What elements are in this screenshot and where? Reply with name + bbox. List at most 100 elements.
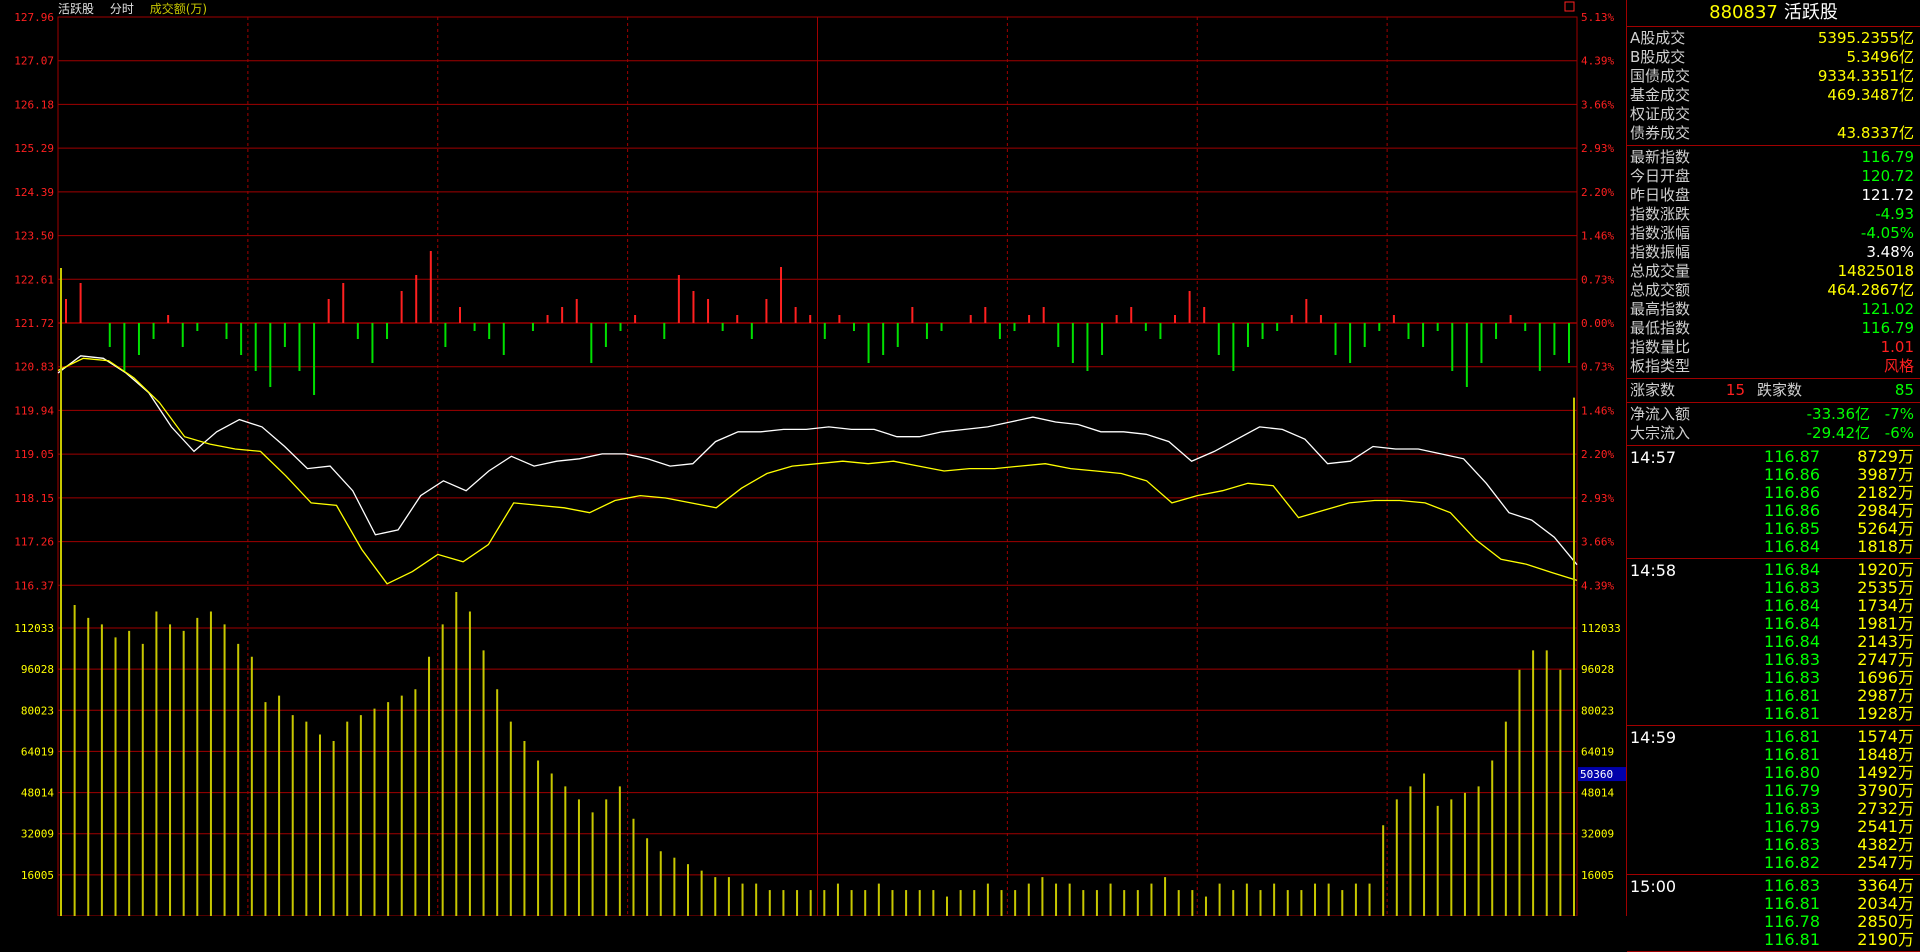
trade-price: 116.86: [1764, 483, 1820, 502]
trade-amount: 1920万: [1857, 560, 1914, 579]
trade-amount: 2034万: [1857, 894, 1914, 913]
price-tick-label: 119.05: [14, 448, 54, 461]
index-name: 活跃股: [1783, 2, 1838, 23]
price-tick-label: 124.39: [14, 186, 54, 199]
trade-minute-group: 14:59 116.81 1574万 116.81 1848万 116.80 1492万 11…: [1627, 726, 1920, 875]
trade-row: 116.82 2547万: [1735, 854, 1920, 872]
turnover-value: 5.3496亿: [1846, 48, 1915, 66]
trade-amount: 8729万: [1857, 447, 1914, 466]
volume-tick-label: 32009: [21, 828, 54, 841]
trade-time: 15:00: [1630, 877, 1677, 896]
trade-row: 116.80 1492万: [1735, 764, 1920, 782]
trade-amount: 2535万: [1857, 578, 1914, 597]
trade-price: 116.79: [1764, 817, 1820, 836]
trade-row: 116.81 1848万: [1735, 746, 1920, 764]
trade-price: 116.83: [1764, 668, 1820, 687]
stat-value: 116.79: [1861, 319, 1915, 337]
trade-amount: 1574万: [1857, 727, 1914, 746]
volume-tick-label-right: 112033: [1581, 622, 1621, 635]
flow-pct: -7%: [1884, 405, 1914, 423]
trade-time: 14:58: [1630, 561, 1677, 580]
turnover-label: 权证成交: [1630, 105, 1691, 123]
stat-row: 最高指数 121.02: [1627, 300, 1920, 319]
trade-amount: 5264万: [1857, 519, 1914, 538]
trade-amount: 2987万: [1857, 686, 1914, 705]
price-tick-label: 122.61: [14, 273, 54, 286]
volume-marker-label: 50360: [1580, 768, 1613, 781]
intraday-chart[interactable]: 活跃股 分时 成交额(万) 127.96 5.13% 127.07 4.39% 126.…: [0, 0, 1626, 916]
trade-row: 116.84 1981万: [1735, 615, 1920, 633]
stat-label: 最新指数: [1630, 148, 1691, 166]
turnover-label: B股成交: [1630, 48, 1686, 66]
stat-row: 今日开盘 120.72: [1627, 167, 1920, 186]
turnover-value: 43.8337亿: [1836, 124, 1914, 142]
price-tick-label: 118.15: [14, 492, 54, 505]
turnover-value: 469.3487亿: [1827, 86, 1914, 104]
trade-row: 116.81 2034万: [1735, 895, 1920, 913]
chart-settings-icon[interactable]: [1564, 1, 1575, 12]
stat-value: 3.48%: [1866, 243, 1914, 261]
trade-row: 116.81 2190万: [1735, 931, 1920, 949]
chart-canvas[interactable]: 127.96 5.13% 127.07 4.39% 126.18 3.66% 125.29 2…: [0, 0, 1626, 916]
trade-amount: 1696万: [1857, 668, 1914, 687]
stat-label: 总成交量: [1630, 262, 1691, 280]
stat-row: 指数涨跌 -4.93: [1627, 205, 1920, 224]
turnover-row: 权证成交: [1627, 105, 1920, 124]
trade-row: 116.81 2987万: [1735, 687, 1920, 705]
stat-label: 最高指数: [1630, 300, 1691, 318]
volume-tick-label-right: 64019: [1581, 745, 1614, 758]
pct-tick-label: 2.93%: [1581, 142, 1614, 155]
turnover-label: 债券成交: [1630, 124, 1691, 142]
flow-pct: -6%: [1884, 424, 1914, 442]
turnover-value: 5395.2355亿: [1817, 29, 1914, 47]
pct-tick-label: 2.20%: [1581, 448, 1614, 461]
price-tick-label: 127.96: [14, 11, 54, 24]
trade-minute-group: 14:57 116.87 8729万 116.86 3987万 116.86 2182万 11…: [1627, 446, 1920, 559]
pct-tick-label: 4.39%: [1581, 579, 1614, 592]
pct-tick-label: 1.46%: [1581, 230, 1614, 243]
pct-tick-label: 3.66%: [1581, 536, 1614, 549]
trade-row: 116.83 2535万: [1735, 579, 1920, 597]
trade-price: 116.86: [1764, 501, 1820, 520]
pct-tick-label: 5.13%: [1581, 11, 1614, 24]
trade-minute-group: 14:58 116.84 1920万 116.83 2535万 116.84 1734万 11…: [1627, 559, 1920, 726]
trade-price: 116.83: [1764, 835, 1820, 854]
trade-row: 116.86 2182万: [1735, 484, 1920, 502]
flow-section: 净流入额 -33.36亿 -7% 大宗流入 -29.42亿 -6%: [1627, 403, 1920, 446]
trade-amount: 1848万: [1857, 745, 1914, 764]
trade-price: 116.83: [1764, 578, 1820, 597]
down-count-label: 跌家数: [1757, 381, 1803, 399]
flow-value: -29.42亿: [1806, 424, 1870, 442]
trade-amount: 2747万: [1857, 650, 1914, 669]
pct-tick-label: 2.93%: [1581, 492, 1614, 505]
price-tick-label: 116.37: [14, 579, 54, 592]
price-tick-label: 120.83: [14, 361, 54, 374]
stat-row: 最低指数 116.79: [1627, 319, 1920, 338]
trade-row: 116.81 1574万: [1735, 728, 1920, 746]
trade-amount: 4382万: [1857, 835, 1914, 854]
stat-label: 板指类型: [1630, 357, 1691, 375]
trade-row: 116.87 8729万: [1735, 448, 1920, 466]
turnover-value: 9334.3351亿: [1817, 67, 1914, 85]
trade-amount: 1818万: [1857, 537, 1914, 556]
trade-price: 116.83: [1764, 876, 1820, 895]
trade-price: 116.81: [1764, 686, 1820, 705]
trade-price: 116.87: [1764, 447, 1820, 466]
volume-tick-label-right: 32009: [1581, 828, 1614, 841]
volume-tick-label: 64019: [21, 745, 54, 758]
price-tick-label: 121.72: [14, 317, 54, 330]
tick-trades[interactable]: 14:57 116.87 8729万 116.86 3987万 116.86 2182万 11…: [1627, 446, 1920, 952]
turnover-row: 债券成交 43.8337亿: [1627, 124, 1920, 143]
trade-price: 116.81: [1764, 930, 1820, 949]
trade-row: 116.83 1696万: [1735, 669, 1920, 687]
breadth-section: 涨家数 15 跌家数 85: [1627, 379, 1920, 403]
turnover-section: A股成交 5395.2355亿 B股成交 5.3496亿 国债成交 9334.3351亿基…: [1627, 27, 1920, 146]
trade-price: 116.83: [1764, 799, 1820, 818]
trade-price: 116.86: [1764, 465, 1820, 484]
turnover-row: 基金成交 469.3487亿: [1627, 86, 1920, 105]
trade-amount: 2541万: [1857, 817, 1914, 836]
trade-price: 116.84: [1764, 537, 1820, 556]
trade-price: 116.80: [1764, 763, 1820, 782]
stat-label: 指数涨幅: [1630, 224, 1691, 242]
turnover-row: 国债成交 9334.3351亿: [1627, 67, 1920, 86]
